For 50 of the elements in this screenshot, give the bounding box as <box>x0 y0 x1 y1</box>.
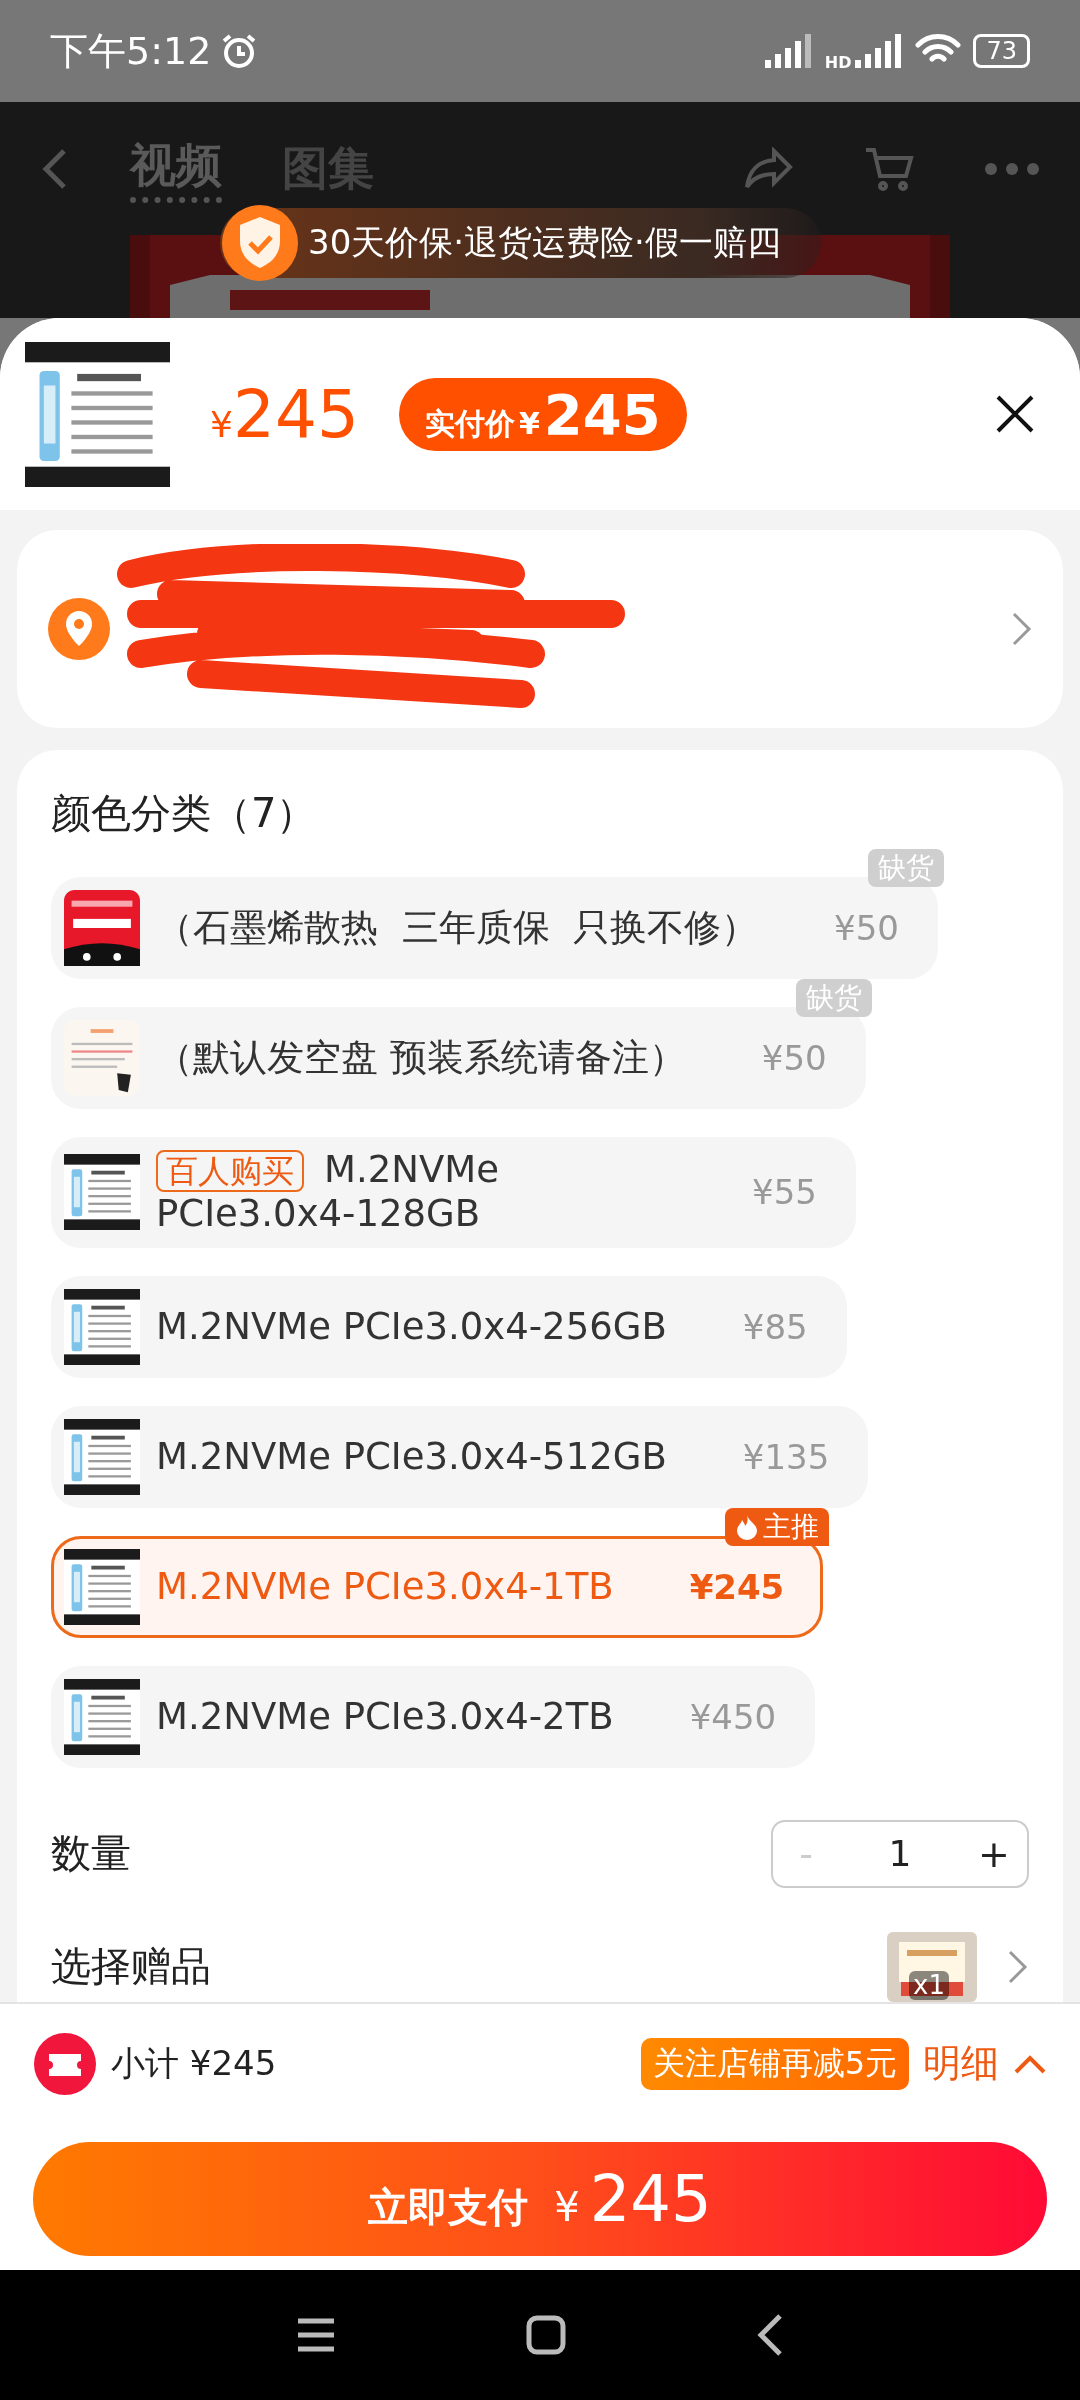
option-label: 百人购买 M.2NVMe PCIe3.0x4-128GB <box>156 1148 500 1237</box>
chevron-right-icon[interactable] <box>1007 1948 1029 1985</box>
guarantee-text: 30天价保·退货运费险·假一赔四 <box>308 221 781 264</box>
option-item[interactable]: （石墨烯散热 三年质保 只换不修） ¥50 <box>51 877 938 979</box>
close-icon[interactable] <box>995 394 1035 434</box>
option-item[interactable]: 百人购买 M.2NVMe PCIe3.0x4-128GB ¥55 <box>51 1137 856 1248</box>
option-price: ¥55 <box>752 1172 817 1213</box>
option-item[interactable]: M.2NVMe PCIe3.0x4-256GB ¥85 <box>51 1275 847 1378</box>
cart-icon[interactable] <box>864 145 914 192</box>
pay-button[interactable]: 立即支付 ¥245 <box>33 2141 1047 2256</box>
quantity-label: 数量 <box>51 1829 131 1879</box>
popular-tag: 百人购买 <box>156 1150 304 1192</box>
address-card[interactable] <box>17 530 1063 728</box>
option-price: ¥85 <box>742 1306 808 1347</box>
option-price: ¥50 <box>761 1038 827 1078</box>
option-price: ¥245 <box>689 1566 785 1607</box>
chevron-right-icon <box>1011 611 1033 647</box>
shield-check-icon <box>220 203 300 283</box>
signal-icon <box>764 34 813 68</box>
option-label: M.2NVMe PCIe3.0x4-512GB <box>156 1434 667 1479</box>
menu-icon[interactable] <box>296 2317 336 2353</box>
option-price: ¥135 <box>742 1436 830 1477</box>
option-label: （石墨烯散热 三年质保 只换不修） <box>156 905 759 951</box>
location-pin-icon <box>47 597 111 661</box>
network-label: HD <box>824 52 852 72</box>
option-price: ¥50 <box>834 908 899 948</box>
home-icon[interactable] <box>526 2315 566 2355</box>
paid-price-badge: 实付价¥245 <box>398 377 687 451</box>
gift-label: 选择赠品 <box>51 1942 211 1992</box>
recommend-badge: 主推 <box>725 1507 830 1546</box>
status-time: 下午5:12 <box>50 27 212 75</box>
gift-count: x1 <box>909 1971 949 2000</box>
option-label: M.2NVMe PCIe3.0x4-1TB <box>156 1564 614 1609</box>
signal-icon <box>855 34 904 68</box>
option-label: M.2NVMe PCIe3.0x4-2TB <box>156 1694 614 1739</box>
option-item[interactable]: （默认发空盘 预装系统请备注） ¥50 <box>51 1007 866 1109</box>
option-label: M.2NVMe PCIe3.0x4-256GB <box>156 1304 667 1349</box>
share-icon[interactable] <box>744 146 794 191</box>
option-item[interactable]: M.2NVMe PCIe3.0x4-512GB ¥135 <box>51 1405 869 1508</box>
subtotal-text: 小计 ¥245 <box>111 2041 277 2085</box>
price: ¥245 <box>210 375 359 453</box>
back-icon[interactable] <box>756 2313 784 2357</box>
option-label: （默认发空盘 预装系统请备注） <box>156 1035 686 1081</box>
option-item[interactable]: M.2NVMe PCIe3.0x4-2TB ¥450 <box>51 1665 816 1768</box>
battery-level: 73 <box>973 34 1030 68</box>
coupon-icon <box>33 2031 97 2096</box>
option-price: ¥450 <box>689 1696 777 1737</box>
section-title: 颜色分类（7） <box>51 789 318 838</box>
more-icon[interactable] <box>984 161 1040 176</box>
alarm-icon <box>221 33 258 69</box>
